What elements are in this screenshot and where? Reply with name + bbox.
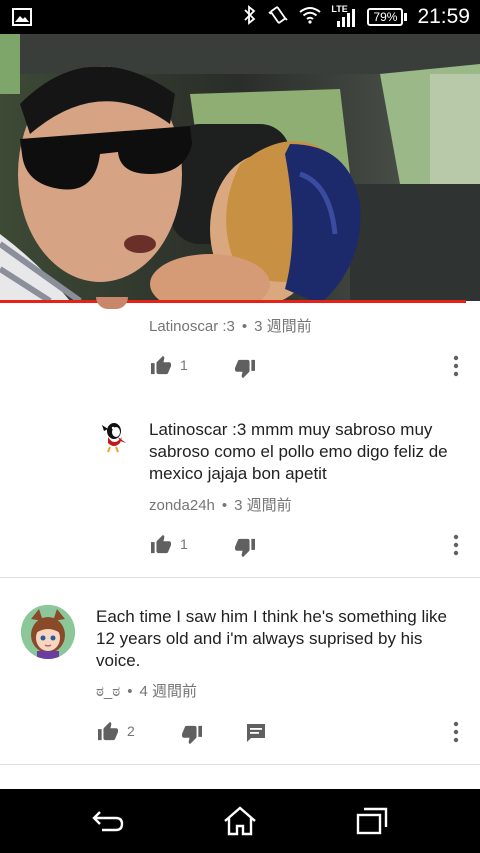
- comment-actions: 1: [150, 355, 470, 379]
- home-icon: [224, 806, 256, 836]
- thumbs-up-icon: [98, 721, 118, 741]
- like-count: 1: [180, 357, 188, 373]
- home-button[interactable]: [220, 805, 260, 837]
- like-button[interactable]: 1: [150, 534, 188, 554]
- status-bar: LTE 79% 21:59: [0, 0, 480, 34]
- dislike-button[interactable]: [181, 725, 203, 750]
- avatar[interactable]: [94, 417, 130, 453]
- dislike-button[interactable]: [234, 538, 256, 563]
- more-vert-icon: [453, 355, 459, 377]
- avatar[interactable]: [96, 297, 128, 309]
- video-frame: [0, 34, 480, 301]
- battery-level: 79%: [367, 8, 404, 26]
- comment-divider: [0, 764, 480, 765]
- comment-time: 3 週間前: [254, 318, 312, 335]
- battery-icon: 79%: [367, 8, 408, 26]
- comment-meta: zonda24h • 3 週間前: [149, 497, 292, 514]
- signal-icon: LTE: [331, 4, 357, 28]
- comment-actions: 2: [97, 721, 470, 745]
- more-options-button[interactable]: [452, 355, 460, 382]
- vibrate-icon: [267, 5, 289, 30]
- thumbs-down-icon: [235, 359, 255, 379]
- comment-author[interactable]: zonda24h: [149, 497, 215, 514]
- comment-icon: [247, 724, 265, 742]
- comment-meta: ಠ_ಠ • 4 週間前: [96, 683, 197, 700]
- back-icon: [92, 811, 124, 832]
- reply-button[interactable]: [246, 723, 266, 748]
- thumbs-up-icon: [151, 355, 171, 375]
- comment-divider: [0, 577, 480, 578]
- more-vert-icon: [453, 534, 459, 556]
- like-button[interactable]: 2: [97, 721, 135, 741]
- clock: 21:59: [417, 5, 470, 28]
- recents-button[interactable]: [352, 805, 392, 837]
- video-progress-bar[interactable]: [0, 300, 466, 303]
- more-options-button[interactable]: [452, 534, 460, 561]
- penguin-avatar-icon: [102, 423, 126, 453]
- comment-text: Each time I saw him I think he's somethi…: [96, 607, 447, 670]
- comment-time: 4 週間前: [139, 683, 197, 700]
- comment-author[interactable]: ಠ_ಠ: [96, 683, 120, 700]
- comment-text: Latinoscar :3 mmm muy sabroso muy sabros…: [149, 420, 448, 483]
- bluetooth-icon: [243, 4, 257, 30]
- more-options-button[interactable]: [452, 721, 460, 748]
- thumbs-down-icon: [235, 538, 255, 558]
- back-button[interactable]: [88, 805, 128, 837]
- thumbs-down-icon: [182, 725, 202, 745]
- comment-actions: 1: [150, 534, 470, 558]
- like-count: 2: [127, 723, 135, 739]
- comment-time: 3 週間前: [234, 497, 292, 514]
- wifi-icon: [299, 6, 322, 29]
- recents-icon: [356, 807, 388, 835]
- system-nav-bar: [0, 789, 480, 853]
- like-button[interactable]: 1: [150, 355, 188, 375]
- comment-meta: Latinoscar :3 • 3 週間前: [149, 318, 312, 335]
- thumbs-up-icon: [151, 534, 171, 554]
- like-count: 1: [180, 536, 188, 552]
- video-player[interactable]: [0, 34, 480, 301]
- gallery-icon: [12, 8, 32, 31]
- more-vert-icon: [453, 721, 459, 743]
- dislike-button[interactable]: [234, 359, 256, 384]
- comment-author[interactable]: Latinoscar :3: [149, 318, 235, 335]
- anime-avatar-icon: [21, 605, 75, 659]
- avatar[interactable]: [21, 605, 75, 659]
